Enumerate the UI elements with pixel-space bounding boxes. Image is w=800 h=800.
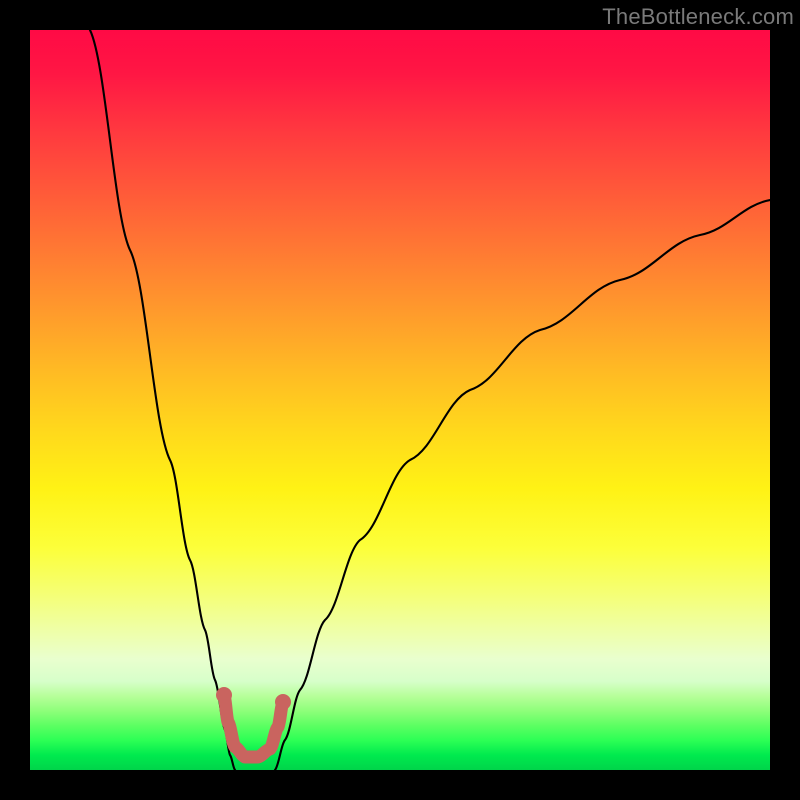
highlight-end-dot	[216, 687, 232, 703]
descending-curve	[90, 30, 235, 770]
floor-highlight	[224, 695, 283, 757]
chart-svg	[30, 30, 770, 770]
watermark-label: TheBottleneck.com	[602, 4, 794, 30]
highlight-end-dot	[275, 694, 291, 710]
ascending-curve	[275, 200, 770, 770]
chart-plot-area	[30, 30, 770, 770]
